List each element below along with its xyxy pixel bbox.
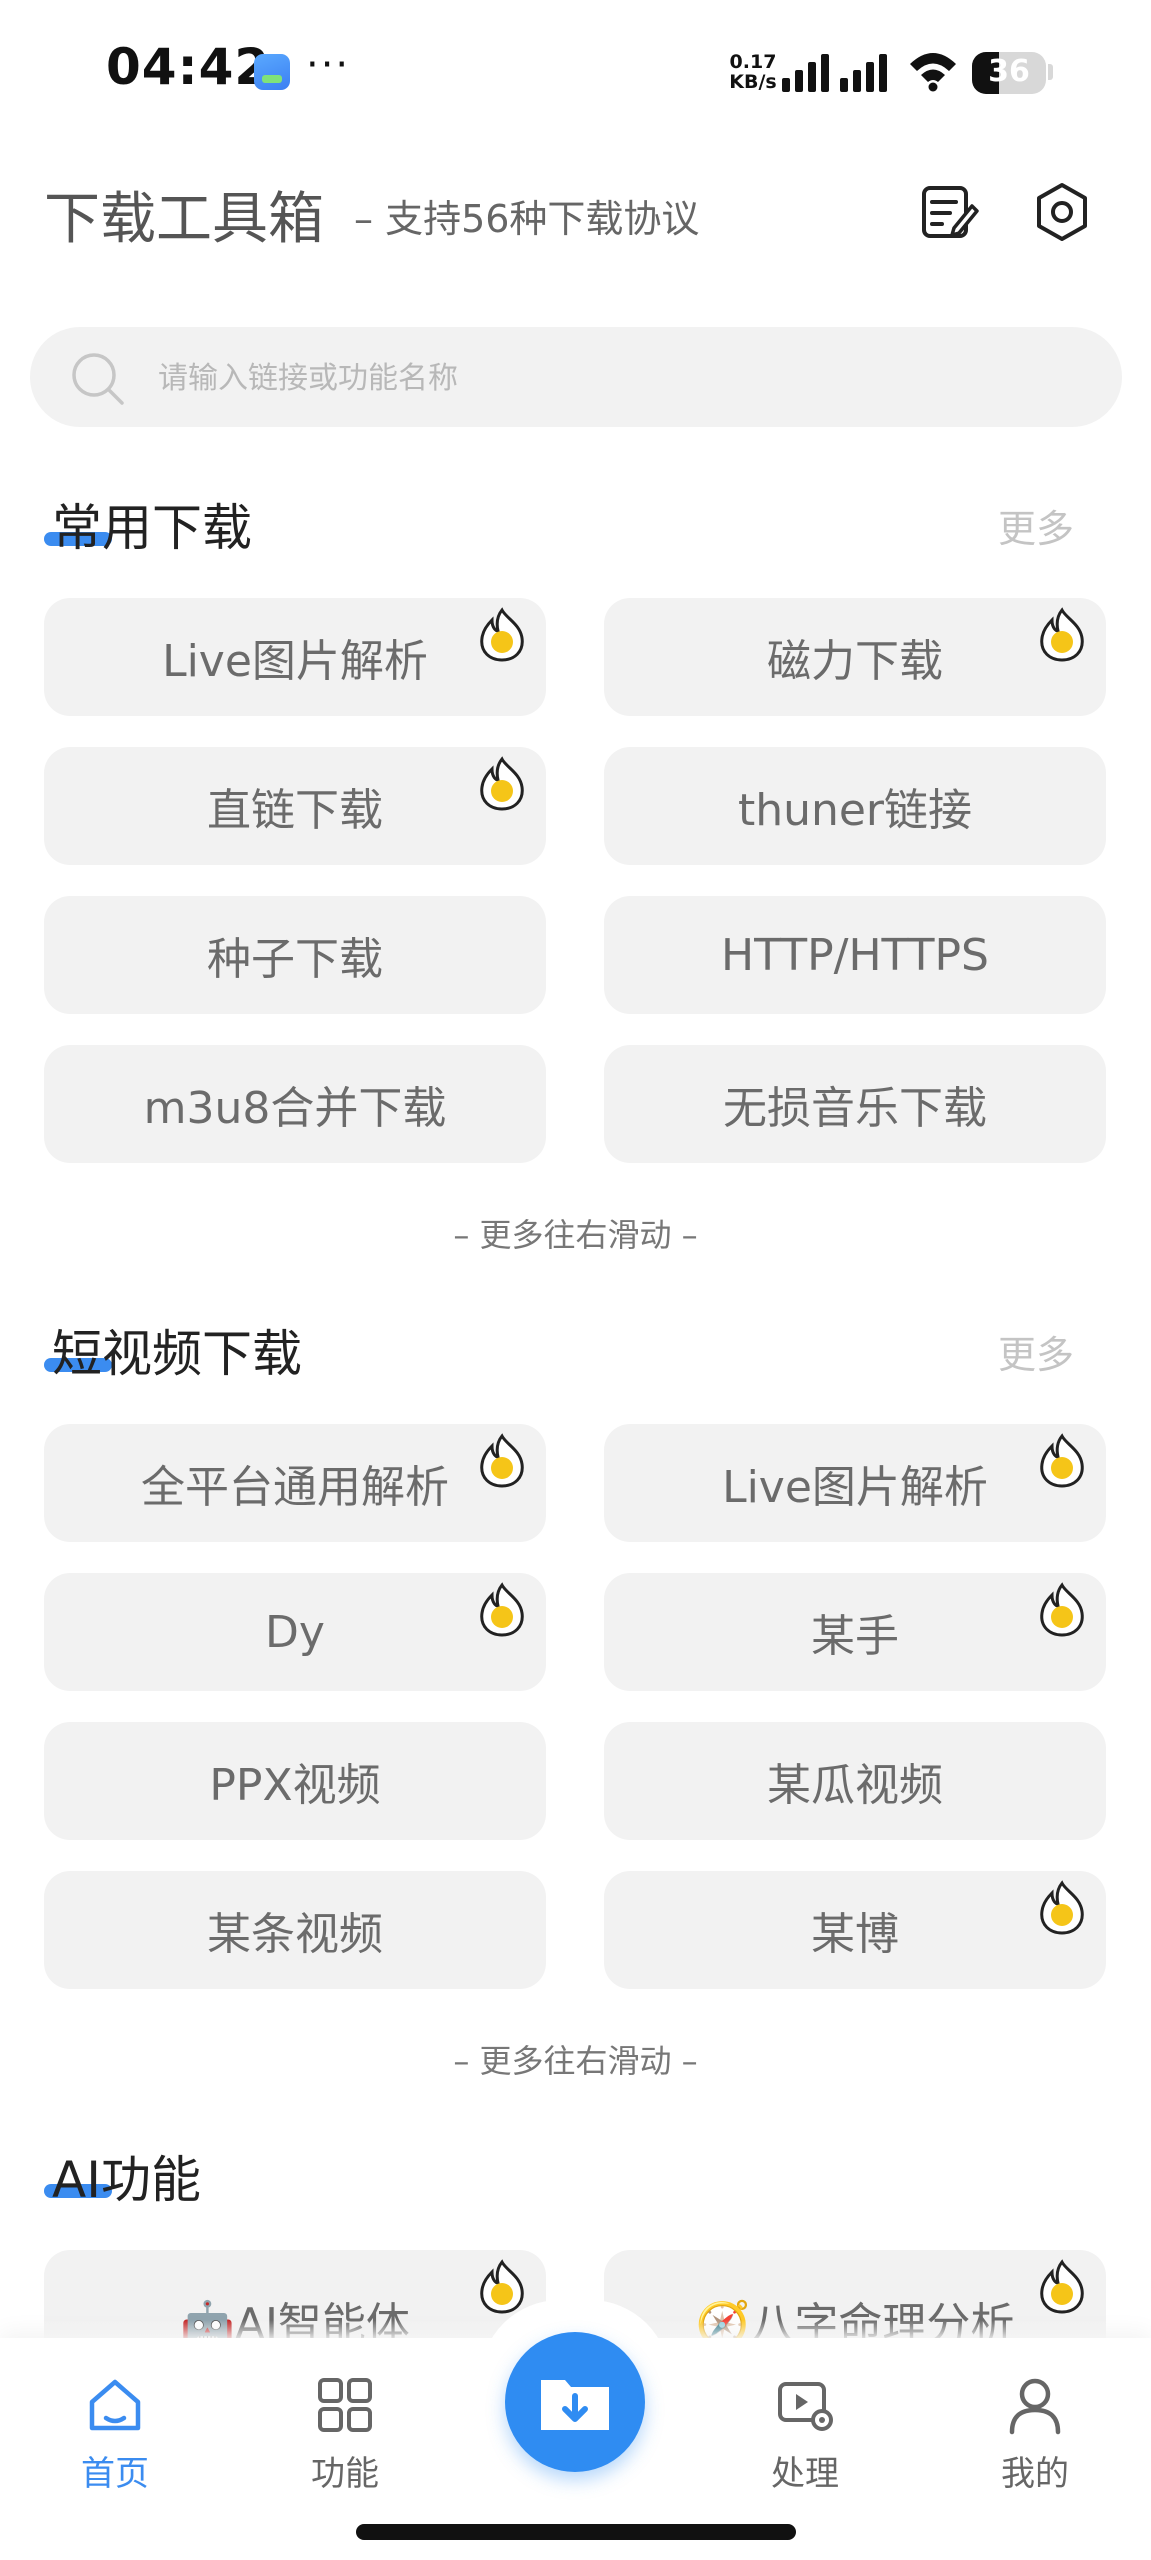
home-icon — [89, 2379, 141, 2431]
section-short-video: 短视频下载 更多 — [0, 1314, 1151, 1394]
settings-icon[interactable] — [1030, 180, 1094, 244]
network-speed-value: 0.17 — [729, 51, 777, 73]
tile-label: Live图片解析 — [722, 1462, 988, 1513]
hot-fire-icon — [480, 607, 524, 662]
tile-label: Live图片解析 — [162, 636, 428, 687]
battery-level: 36 — [988, 54, 1030, 89]
scroll-hint: – 更多往右滑动 – — [453, 2042, 698, 2080]
nav-label: 处理 — [771, 2454, 839, 2494]
nav-features[interactable]: 功能 — [270, 2374, 420, 2544]
wifi-icon — [910, 53, 956, 92]
hot-fire-icon — [1040, 1582, 1084, 1637]
tile-label: 磁力下载 — [767, 636, 943, 687]
nav-label: 首页 — [81, 2454, 149, 2494]
tile-http-https[interactable]: HTTP/HTTPS — [604, 896, 1106, 1014]
network-speed-unit: KB/s — [729, 71, 777, 93]
tile-moutiao-video[interactable]: 某条视频 — [44, 1871, 546, 1989]
battery-tip — [1048, 64, 1053, 80]
video-settings-icon — [778, 2382, 833, 2431]
tile-torrent-download[interactable]: 种子下载 — [44, 896, 546, 1014]
tile-label: PPX视频 — [209, 1760, 381, 1811]
page-title: 下载工具箱 — [44, 187, 324, 252]
tile-label: 全平台通用解析 — [141, 1462, 449, 1513]
tile-label: HTTP/HTTPS — [721, 929, 989, 981]
tile-label: 某博 — [811, 1909, 899, 1960]
page-subtitle: – 支持56种下载协议 — [354, 197, 700, 241]
more-link[interactable]: 更多 — [998, 1324, 1074, 1379]
hot-fire-icon — [1040, 607, 1084, 662]
app-header: 下载工具箱 – 支持56种下载协议 — [0, 160, 1151, 260]
tile-label: 某手 — [811, 1611, 899, 1662]
grid-icon — [318, 2378, 372, 2432]
edit-note-icon[interactable] — [916, 180, 980, 244]
more-link[interactable]: 更多 — [998, 498, 1074, 553]
nav-label: 功能 — [311, 2454, 379, 2494]
home-indicator[interactable] — [356, 2524, 796, 2540]
tile-label: 直链下载 — [207, 785, 383, 836]
tile-magnet-download[interactable]: 磁力下载 — [604, 598, 1106, 716]
scroll-hint: – 更多往右滑动 – — [453, 1216, 698, 1254]
tile-direct-link-download[interactable]: 直链下载 — [44, 747, 546, 865]
hot-fire-icon — [480, 1582, 524, 1637]
hot-fire-icon — [480, 1433, 524, 1488]
search-bar[interactable] — [30, 327, 1122, 427]
tile-label: 种子下载 — [207, 934, 383, 985]
search-icon — [72, 353, 124, 405]
section-title: 短视频下载 — [52, 1325, 302, 1383]
section-title: AI功能 — [52, 2151, 201, 2209]
nav-process[interactable]: 处理 — [730, 2374, 880, 2544]
tile-universal-parse[interactable]: 全平台通用解析 — [44, 1424, 546, 1542]
section-ai-features: AI功能 — [0, 2140, 1151, 2220]
tile-label: Dy — [265, 1606, 325, 1658]
tile-ppx-video[interactable]: PPX视频 — [44, 1722, 546, 1840]
tile-live-photo-parse[interactable]: Live图片解析 — [44, 598, 546, 716]
tile-dy[interactable]: Dy — [44, 1573, 546, 1691]
tile-m3u8-merge[interactable]: m3u8合并下载 — [44, 1045, 546, 1163]
section-common-downloads: 常用下载 更多 — [0, 488, 1151, 568]
tile-label: 无损音乐下载 — [723, 1083, 987, 1134]
tile-moubo[interactable]: 某博 — [604, 1871, 1106, 1989]
tile-lossless-music[interactable]: 无损音乐下载 — [604, 1045, 1106, 1163]
tile-live-photo-parse-2[interactable]: Live图片解析 — [604, 1424, 1106, 1542]
folder-download-icon — [541, 2380, 609, 2430]
status-time: 04:42 — [106, 38, 271, 96]
user-icon — [1009, 2378, 1061, 2435]
tile-thunder-link[interactable]: thuner链接 — [604, 747, 1106, 865]
hot-fire-icon — [480, 2259, 524, 2314]
hot-fire-icon — [1040, 1433, 1084, 1488]
tile-label: thuner链接 — [737, 785, 973, 836]
tile-label: 某瓜视频 — [767, 1760, 943, 1811]
tile-label: 某条视频 — [207, 1909, 383, 1960]
hot-fire-icon — [480, 756, 524, 811]
nav-profile[interactable]: 我的 — [960, 2374, 1110, 2544]
tile-label: m3u8合并下载 — [143, 1083, 447, 1134]
notification-app-icon — [254, 54, 290, 90]
battery-icon: 36 — [972, 52, 1046, 94]
nav-home[interactable]: 首页 — [40, 2374, 190, 2544]
hot-fire-icon — [1040, 2259, 1084, 2314]
signal-1-icon — [782, 54, 829, 92]
section-title: 常用下载 — [52, 499, 252, 557]
signal-2-icon — [840, 54, 887, 92]
download-fab[interactable] — [505, 2332, 645, 2472]
hot-fire-icon — [1040, 1880, 1084, 1935]
status-bar: 04:42 ··· 0.17 KB/s 36 — [0, 0, 1151, 150]
network-speed: 0.17 KB/s — [728, 52, 778, 92]
nav-label: 我的 — [1001, 2454, 1069, 2494]
more-notifications-icon: ··· — [306, 42, 351, 88]
search-input[interactable] — [156, 347, 1060, 409]
tile-mougua-video[interactable]: 某瓜视频 — [604, 1722, 1106, 1840]
tile-moushou[interactable]: 某手 — [604, 1573, 1106, 1691]
